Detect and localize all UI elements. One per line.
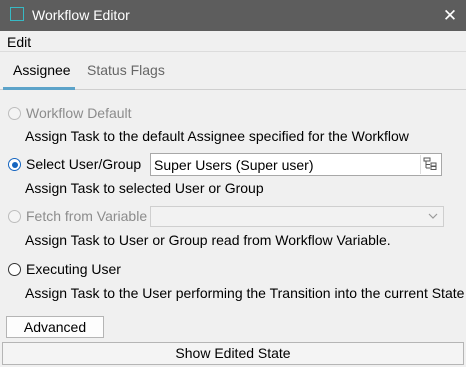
menu-edit[interactable]: Edit xyxy=(7,34,31,50)
close-button[interactable]: ✕ xyxy=(434,0,466,31)
title-bar[interactable]: Workflow Editor ✕ xyxy=(0,0,466,31)
show-edited-state-button[interactable]: Show Edited State xyxy=(2,342,464,365)
user-group-field[interactable]: Super Users (Super user) xyxy=(150,153,442,176)
fetch-from-variable-description: Assign Task to User or Group read from W… xyxy=(25,232,391,248)
workflow-editor-window: Workflow Editor ✕ Edit Assignee Status F… xyxy=(0,0,466,367)
workflow-default-label: Workflow Default xyxy=(26,105,132,121)
tab-assignee[interactable]: Assignee xyxy=(13,62,71,78)
fetch-from-variable-label: Fetch from Variable xyxy=(26,208,148,224)
select-user-group-description: Assign Task to selected User or Group xyxy=(25,180,264,196)
workflow-default-description: Assign Task to the default Assignee spec… xyxy=(25,128,409,144)
tab-status-flags[interactable]: Status Flags xyxy=(87,62,165,78)
fetch-from-variable-radio[interactable] xyxy=(8,210,21,223)
select-user-group-label: Select User/Group xyxy=(26,156,142,172)
user-group-value: Super Users (Super user) xyxy=(154,157,314,173)
tree-picker-icon xyxy=(423,157,437,170)
executing-user-description: Assign Task to the User performing the T… xyxy=(25,285,465,301)
workflow-default-radio[interactable] xyxy=(8,107,21,120)
active-tab-indicator xyxy=(3,87,75,90)
executing-user-label: Executing User xyxy=(26,261,121,277)
variable-combo[interactable] xyxy=(150,206,444,227)
select-user-group-radio[interactable] xyxy=(8,158,21,171)
user-group-picker-button[interactable] xyxy=(420,155,439,174)
menu-bar: Edit xyxy=(0,31,466,52)
advanced-button[interactable]: Advanced xyxy=(6,316,104,338)
chevron-down-icon xyxy=(428,213,438,219)
executing-user-radio[interactable] xyxy=(8,263,21,276)
app-icon xyxy=(10,7,24,21)
tab-bar: Assignee Status Flags xyxy=(0,52,466,90)
window-title: Workflow Editor xyxy=(32,7,130,23)
